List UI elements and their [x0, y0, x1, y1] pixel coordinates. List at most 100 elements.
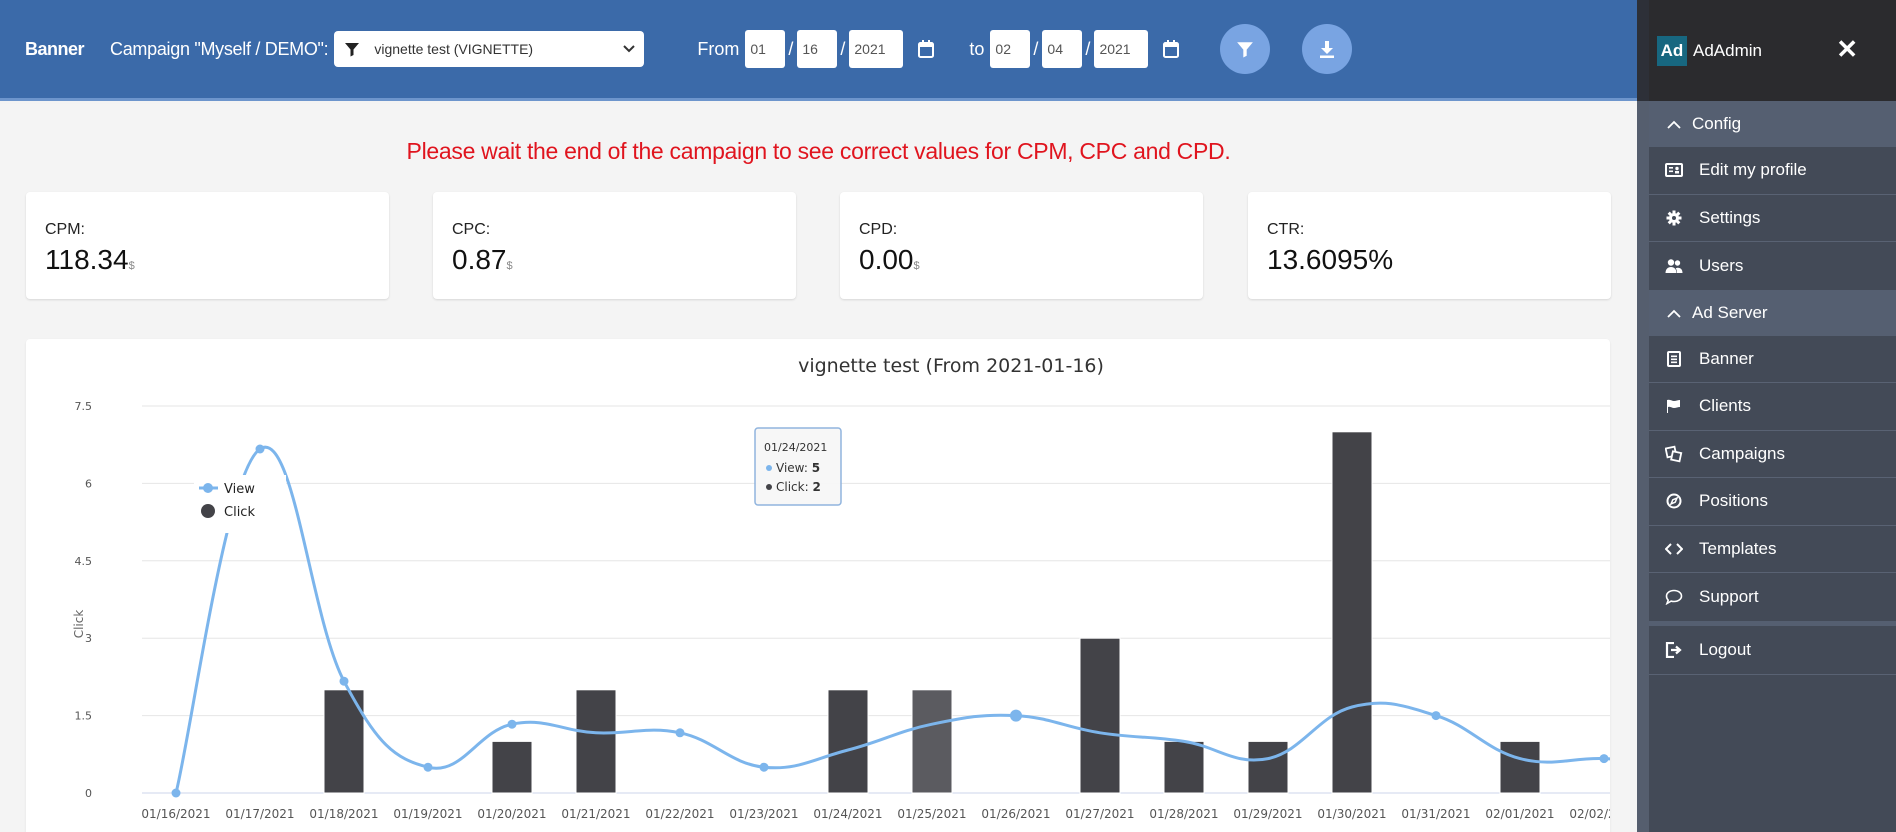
x-tick-label: 01/26/2021 — [981, 807, 1050, 821]
stat-number: 13.6095% — [1267, 244, 1394, 275]
sidebar-item-edit-profile[interactable]: Edit my profile — [1649, 147, 1896, 195]
code-icon — [1665, 543, 1683, 555]
to-label: to — [969, 38, 985, 59]
click-bar[interactable] — [1079, 637, 1121, 794]
x-tick-label: 01/27/2021 — [1065, 807, 1134, 821]
view-point[interactable] — [171, 788, 181, 798]
to-year-input[interactable]: 2021 — [1094, 30, 1149, 68]
from-label: From — [697, 38, 740, 59]
x-tick-label: 02/02/2021 — [1569, 807, 1610, 821]
views-clicks-chart: 0 1.5 3 4.5 6 7.5 01/16/2021 01/17/2021 01/18/2… — [72, 355, 1610, 821]
legend-label: View — [224, 482, 255, 497]
legend-item-click[interactable]: Click — [201, 504, 255, 520]
sidebar-section-ad-server[interactable]: Ad Server — [1649, 289, 1896, 336]
sidebar-item-support[interactable]: Support — [1649, 573, 1896, 621]
stat-value: 13.6095% — [1267, 244, 1393, 276]
sidebar-item-positions[interactable]: Positions — [1649, 478, 1896, 526]
campaign-label: Campaign "Myself / DEMO": — [110, 38, 329, 59]
click-bar[interactable] — [911, 689, 953, 794]
x-tick-label: 01/31/2021 — [1401, 807, 1470, 821]
stat-label: CPM: — [45, 221, 85, 238]
x-tick-label: 01/17/2021 — [225, 807, 294, 821]
legend-label: Click — [224, 505, 255, 520]
stat-number: 118.34 — [45, 244, 129, 275]
stat-label: CTR: — [1267, 221, 1305, 238]
logout-icon — [1665, 641, 1682, 658]
sidebar-item-campaigns[interactable]: Campaigns — [1649, 431, 1896, 478]
sidebar-item-users[interactable]: Users — [1649, 242, 1896, 290]
view-point[interactable] — [1010, 709, 1022, 722]
date-separator: / — [1085, 38, 1091, 59]
tooltip-view-label: View: — [776, 461, 812, 475]
click-bar[interactable] — [1331, 431, 1373, 794]
from-day-input[interactable]: 16 — [797, 30, 838, 68]
sidebar-header: Ad AdAdmin ✕ — [1649, 0, 1896, 101]
apply-filter-button[interactable] — [1220, 24, 1271, 74]
logout-button[interactable]: Logout — [1649, 626, 1896, 675]
from-year-input[interactable]: 2021 — [849, 30, 904, 68]
x-tick-label: 01/19/2021 — [393, 807, 462, 821]
chevron-up-icon — [1667, 309, 1681, 318]
svg-text:View: 5: View: 5 — [776, 461, 820, 475]
chevron-up-icon — [1667, 120, 1681, 129]
sidebar-item-label: Support — [1699, 586, 1759, 606]
click-bar[interactable] — [827, 689, 869, 794]
click-bar[interactable] — [1163, 740, 1205, 794]
calendar-icon[interactable] — [1162, 39, 1180, 59]
app-logo: Ad — [1657, 35, 1687, 66]
stat-label: CPC: — [452, 221, 491, 238]
x-tick-label: 01/23/2021 — [729, 807, 798, 821]
stat-card-cpm: CPM: 118.34$ — [26, 192, 389, 299]
view-point[interactable] — [339, 676, 349, 686]
sidebar-item-label: Settings — [1699, 207, 1761, 227]
sidebar-item-label: Banner — [1699, 348, 1754, 368]
tooltip-view-value: 5 — [812, 461, 820, 475]
from-month-input[interactable]: 01 — [745, 30, 786, 68]
calendar-icon[interactable] — [917, 39, 935, 59]
click-bar[interactable] — [1499, 740, 1541, 794]
view-point[interactable] — [759, 762, 769, 772]
download-button[interactable] — [1302, 24, 1353, 74]
stat-value: 0.00$ — [859, 244, 920, 276]
click-bar[interactable] — [1247, 740, 1289, 794]
section-title: Config — [1692, 114, 1742, 133]
close-icon[interactable]: ✕ — [1836, 36, 1858, 62]
tooltip-click-value: 2 — [812, 480, 820, 494]
view-point[interactable] — [507, 719, 517, 729]
campaign-select[interactable]: vignette test (VIGNETTE) — [334, 31, 645, 67]
y-tick-label: 6 — [85, 477, 92, 490]
y-tick-label: 1.5 — [75, 710, 93, 723]
sidebar-section-config[interactable]: Config — [1649, 101, 1896, 147]
view-point[interactable] — [255, 444, 265, 454]
sidebar: Ad AdAdmin ✕ Config Edit my profile Sett… — [1649, 0, 1896, 832]
view-point[interactable] — [423, 762, 433, 772]
stat-unit: $ — [913, 260, 920, 272]
sidebar-item-templates[interactable]: Templates — [1649, 526, 1896, 573]
download-icon — [1320, 41, 1335, 58]
chart-legend: View Click — [194, 475, 286, 533]
chevron-down-icon — [623, 45, 636, 53]
view-point[interactable] — [675, 728, 685, 738]
campaign-select-value: vignette test (VIGNETTE) — [374, 41, 534, 57]
to-day-input[interactable]: 04 — [1042, 30, 1083, 68]
click-bar[interactable] — [575, 689, 617, 794]
sidebar-item-banner[interactable]: Banner — [1649, 336, 1896, 383]
click-bar[interactable] — [491, 740, 533, 794]
view-point[interactable] — [1431, 711, 1441, 721]
view-point[interactable] — [1599, 754, 1609, 764]
sidebar-item-clients[interactable]: Clients — [1649, 383, 1896, 431]
y-tick-label: 3 — [85, 632, 92, 645]
sidebar-item-label: Campaigns — [1699, 443, 1785, 463]
top-bar: Banner Campaign "Myself / DEMO": vignett… — [0, 0, 1637, 101]
to-month-input[interactable]: 02 — [990, 30, 1031, 68]
stat-number: 0.87 — [452, 244, 507, 275]
chart-tooltip: 01/24/2021 View: 5 Click: 2 — [754, 427, 842, 506]
sidebar-item-settings[interactable]: Settings — [1649, 195, 1896, 242]
y-axis-label: Click — [72, 610, 86, 639]
x-tick-label: 01/20/2021 — [477, 807, 546, 821]
id-card-icon — [1665, 163, 1683, 178]
chart-card: 0 1.5 3 4.5 6 7.5 01/16/2021 01/17/2021 01/18/2… — [26, 339, 1610, 832]
app-name: AdAdmin — [1693, 40, 1762, 60]
x-tick-label: 01/16/2021 — [141, 807, 210, 821]
x-tick-label: 01/24/2021 — [813, 807, 882, 821]
